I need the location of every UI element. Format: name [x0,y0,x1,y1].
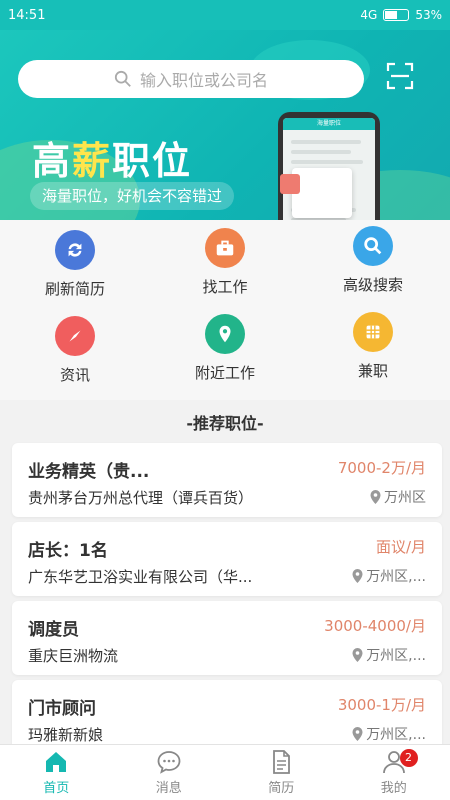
job-location: 万州区,... [366,727,426,743]
menu-find-job[interactable]: 找工作 [150,228,300,297]
menu-advanced-search[interactable]: 高级搜索 [298,226,448,295]
job-company: 贵州茅台万州总代理（谭兵百货） [28,489,254,507]
recommend-title: -推荐职位- [186,414,264,433]
banner-title: 高薪职位 [32,139,193,183]
menu-part-time[interactable]: 兼职 [298,312,448,381]
quick-menu: 刷新简历 找工作 高级搜索 资讯 附近工作 兼职 [0,220,450,400]
message-icon [157,751,181,774]
job-company: 广东华艺卫浴实业有限公司（华... [28,568,253,586]
job-card[interactable]: 调度员 3000-4000/月 重庆巨洲物流 万州区,... [12,601,442,675]
menu-nearby-jobs[interactable]: 附近工作 [150,314,300,383]
job-card[interactable]: 业务精英（贵... 7000-2万/月 贵州茅台万州总代理（谭兵百货） 万州区 [12,443,442,517]
tab-mine[interactable]: 我的 2 [338,745,450,800]
home-icon [46,752,67,772]
job-location: 万州区,... [366,648,426,664]
status-bar: 14:51 4G 53% [0,0,450,30]
bottom-tab-bar: 首页 消息 简历 我的 2 [0,744,450,800]
search-input[interactable]: 输入职位或公司名 [18,60,364,98]
tab-home[interactable]: 首页 [0,745,113,800]
status-time: 14:51 [8,7,46,23]
job-card[interactable]: 店长：1名 面议/月 广东华艺卫浴实业有限公司（华... 万州区,... [12,522,442,596]
job-title: 店长：1名 [28,541,108,561]
battery-percent: 53% [415,8,442,22]
job-salary: 7000-2万/月 [337,459,426,477]
job-card[interactable]: 门市顾问 3000-1万/月 玛雅新新娘 万州区,... [12,680,442,754]
job-salary: 3000-1万/月 [337,696,426,714]
banner[interactable]: 输入职位或公司名 高薪职位 海量职位，好机会不容错过 海量职位 [0,30,450,220]
refresh-icon [55,230,95,270]
tab-messages[interactable]: 消息 [113,745,226,800]
grid-icon [353,312,393,352]
location-pin-icon [352,648,363,662]
menu-refresh-resume[interactable]: 刷新简历 [0,230,150,299]
job-location: 万州区 [384,490,426,506]
banner-subtitle: 海量职位，好机会不容错过 [30,182,235,210]
location-pin-icon [352,569,363,583]
menu-news[interactable]: 资讯 [0,316,150,385]
tab-resume[interactable]: 简历 [225,745,338,800]
job-salary: 面议/月 [375,538,426,556]
battery-icon [383,9,410,21]
location-pin-icon [370,490,381,504]
search-icon [353,226,393,266]
compass-icon [55,316,95,356]
briefcase-icon [205,228,245,268]
search-icon [114,70,131,87]
scan-icon[interactable] [386,62,414,90]
search-placeholder: 输入职位或公司名 [139,71,268,90]
job-salary: 3000-4000/月 [324,617,426,635]
job-company: 玛雅新新娘 [28,726,104,744]
location-pin-icon [352,727,363,741]
signal-label: 4G [360,8,378,22]
job-location: 万州区,... [366,569,426,585]
job-title: 业务精英（贵... [28,462,150,482]
notification-badge: 2 [399,749,418,767]
job-company: 重庆巨洲物流 [28,647,119,665]
job-title: 门市顾问 [28,699,96,719]
location-icon [205,314,245,354]
resume-icon [273,750,291,774]
job-title: 调度员 [28,620,79,640]
